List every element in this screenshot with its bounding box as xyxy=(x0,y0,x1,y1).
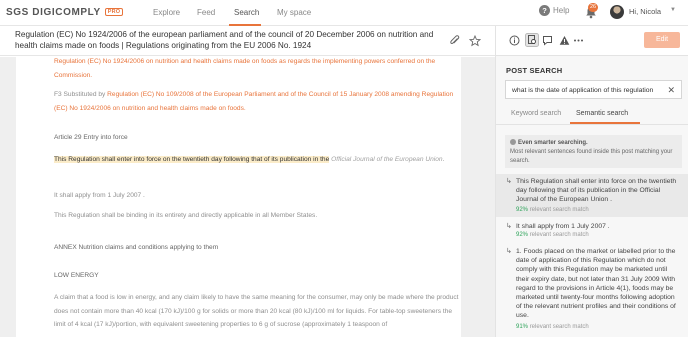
document-page: Regulation (EC) No 1924/2006 on nutritio… xyxy=(16,57,461,337)
paragraph-end: . xyxy=(442,156,445,163)
paragraph-entry-into-force: This Regulation shall enter into force o… xyxy=(54,153,459,167)
page-title: Regulation (EC) No 1924/2006 of the euro… xyxy=(15,30,434,50)
reply-arrow-icon: ↳ xyxy=(506,248,512,255)
paragraph-f3-link[interactable]: Regulation (EC) No 109/2008 of the Europ… xyxy=(54,91,453,112)
nav-feed[interactable]: Feed xyxy=(197,8,215,17)
search-result[interactable]: ↳ 1. Foods placed on the market or label… xyxy=(496,246,688,337)
notification-count-badge: 26 xyxy=(588,3,598,12)
paragraph-binding: This Regulation shall be binding in its … xyxy=(54,212,318,219)
nav-my-space[interactable]: My space xyxy=(277,8,311,17)
reply-arrow-icon: ↳ xyxy=(506,178,512,185)
paragraph-f3-prefix: F3 Substituted by xyxy=(54,91,106,98)
top-navigation-bar: SGS DIGICOMPLY PRO Explore Feed Search My… xyxy=(0,0,688,26)
close-icon[interactable]: ✕ xyxy=(667,84,675,96)
tab-keyword-search[interactable]: Keyword search xyxy=(511,110,561,117)
tab-divider xyxy=(496,124,688,125)
article-29-heading: Article 29 Entry into force xyxy=(54,134,128,141)
official-journal-text: Official Journal of the European Union xyxy=(331,156,443,163)
nav-search[interactable]: Search xyxy=(234,8,259,17)
reply-arrow-icon: ↳ xyxy=(506,223,512,230)
paragraph-commission: Regulation (EC) No 1924/2006 on nutritio… xyxy=(54,58,436,79)
search-result[interactable]: ↳ It shall apply from 1 July 2007 . 92% … xyxy=(496,221,688,241)
info-text: Most relevant sentences found inside thi… xyxy=(510,149,673,164)
paragraph-apply-date: It shall apply from 1 July 2007 . xyxy=(54,192,145,199)
post-search-box[interactable]: ✕ xyxy=(505,80,682,99)
post-search-icon[interactable] xyxy=(525,33,539,47)
warning-icon[interactable] xyxy=(559,35,570,46)
help-label: Help xyxy=(553,6,570,15)
search-result[interactable]: ↳ This Regulation shall enter into force… xyxy=(496,174,688,217)
help-button[interactable]: ? Help xyxy=(539,5,569,16)
post-search-input[interactable] xyxy=(512,84,658,96)
result-match: 91% relevant search match xyxy=(516,324,589,330)
more-options-icon[interactable] xyxy=(573,35,584,46)
post-search-heading: POST SEARCH xyxy=(506,66,563,75)
result-match: 92% relevant search match xyxy=(516,207,589,213)
star-icon[interactable] xyxy=(469,35,481,47)
result-text: 1. Foods placed on the market or labelle… xyxy=(516,248,676,320)
user-greeting[interactable]: Hi, Nicola xyxy=(629,7,661,16)
nav-explore[interactable]: Explore xyxy=(153,8,180,17)
lightbulb-icon xyxy=(510,139,516,145)
result-text: It shall apply from 1 July 2007 . xyxy=(516,223,610,230)
help-icon: ? xyxy=(539,5,550,16)
tab-semantic-search[interactable]: Semantic search xyxy=(576,110,628,117)
low-energy-heading: LOW ENERGY xyxy=(54,272,99,279)
info-title: Even smarter searching. xyxy=(510,139,588,146)
comment-icon[interactable] xyxy=(542,35,553,46)
avatar[interactable] xyxy=(610,5,624,19)
result-text: This Regulation shall enter into force o… xyxy=(516,178,677,204)
document-title-bar: Regulation (EC) No 1924/2006 of the euro… xyxy=(0,26,495,56)
edit-button[interactable]: Edit xyxy=(644,32,680,48)
chevron-down-icon[interactable]: ▼ xyxy=(670,7,676,13)
paperclip-icon[interactable] xyxy=(449,35,461,47)
post-search-panel: Edit POST SEARCH ✕ Keyword search Semant… xyxy=(495,26,688,337)
paragraph-low-energy: A claim that a food is low in energy, an… xyxy=(54,294,459,328)
panel-toolbar: Edit xyxy=(496,26,688,56)
highlighted-sentence[interactable]: This Regulation shall enter into force o… xyxy=(54,156,330,163)
app-logo[interactable]: SGS DIGICOMPLY PRO xyxy=(6,7,124,18)
info-box: Even smarter searching. Most relevant se… xyxy=(505,135,682,168)
paragraph-f3: F3 Substituted by Regulation (EC) No 109… xyxy=(54,88,459,115)
result-match: 92% relevant search match xyxy=(516,232,589,238)
pro-badge: PRO xyxy=(104,8,124,16)
annex-heading: ANNEX Nutrition claims and conditions ap… xyxy=(54,244,219,251)
info-icon[interactable] xyxy=(509,35,520,46)
